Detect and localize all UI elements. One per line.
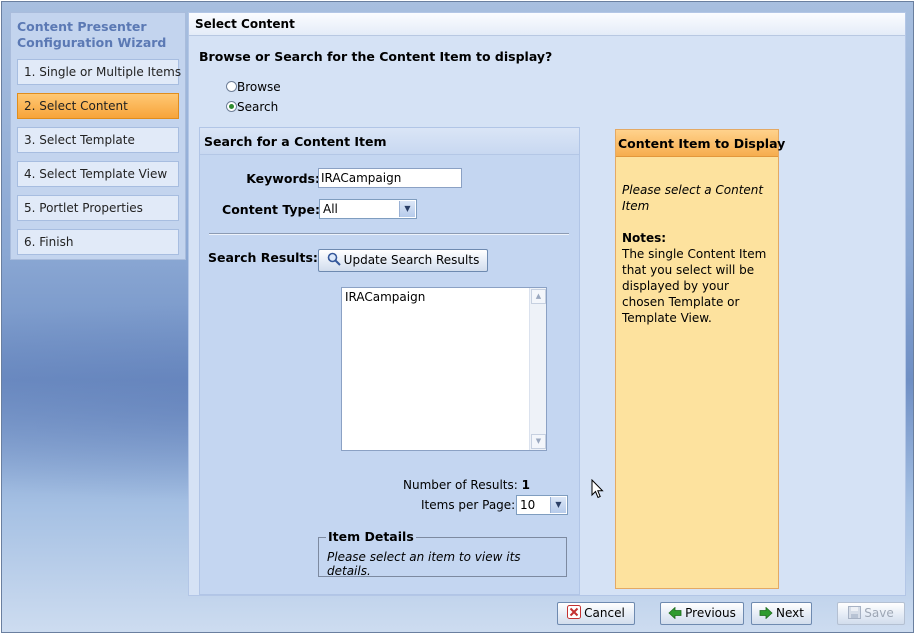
mouse-cursor-icon — [591, 478, 604, 502]
content-type-label: Content Type: — [222, 202, 320, 217]
content-type-value: All — [323, 202, 338, 216]
next-button[interactable]: Next — [751, 602, 812, 625]
number-of-results-value: 1 — [521, 478, 530, 492]
arrow-right-icon — [759, 605, 773, 626]
item-details-title: Item Details — [326, 529, 416, 544]
item-details-box: Item Details Please select an item to vi… — [318, 529, 567, 578]
number-of-results: Number of Results: 1 — [403, 478, 530, 492]
keywords-input[interactable]: IRACampaign — [318, 168, 462, 188]
step-single-or-multiple[interactable]: 1. Single or Multiple Items — [17, 59, 181, 85]
browse-radio[interactable] — [226, 81, 237, 92]
wizard-title: Content Presenter Configuration Wizard — [17, 19, 167, 50]
main-panel: Select Content Browse or Search for the … — [188, 12, 906, 596]
items-per-page-value: 10 — [520, 498, 536, 512]
search-results-list[interactable]: IRACampaign ▲ ▼ — [341, 287, 547, 451]
search-results-label: Search Results: — [208, 250, 318, 265]
notes-title: Notes: — [622, 231, 667, 245]
items-per-page-select[interactable]: 10 ▼ — [516, 495, 568, 515]
list-item[interactable]: IRACampaign — [345, 290, 425, 304]
save-label: Save — [864, 606, 894, 620]
wizard-nav: Content Presenter Configuration Wizard 1… — [10, 12, 186, 260]
question-label: Browse or Search for the Content Item to… — [199, 49, 553, 64]
previous-label: Previous — [685, 606, 736, 620]
item-details-message: Please select an item to view its detail… — [327, 550, 521, 578]
display-panel-body: Please select a Content Item Notes: The … — [622, 182, 774, 326]
step-select-content[interactable]: 2. Select Content — [17, 93, 179, 119]
step-select-template[interactable]: 3. Select Template — [17, 127, 179, 153]
floppy-disk-icon — [848, 605, 862, 626]
save-button[interactable]: Save — [837, 602, 905, 625]
display-placeholder: Please select a Content Item — [622, 183, 764, 213]
search-panel: Search for a Content Item Keywords: IRAC… — [199, 127, 580, 595]
step-select-template-view[interactable]: 4. Select Template View — [17, 161, 179, 187]
number-of-results-label: Number of Results: — [403, 478, 518, 492]
content-type-select[interactable]: All ▼ — [319, 199, 417, 219]
keywords-label: Keywords: — [246, 171, 320, 186]
chevron-down-icon[interactable]: ▼ — [550, 497, 566, 513]
browse-label: Browse — [237, 80, 281, 94]
step-portlet-properties[interactable]: 5. Portlet Properties — [17, 195, 179, 221]
search-radio[interactable] — [226, 101, 237, 112]
notes-text: The single Content Item that you select … — [622, 247, 767, 325]
previous-button[interactable]: Previous — [660, 602, 744, 625]
main-header: Select Content — [189, 13, 905, 36]
search-option[interactable]: Search — [226, 100, 278, 114]
scroll-down-icon[interactable]: ▼ — [531, 434, 546, 449]
step-finish[interactable]: 6. Finish — [17, 229, 179, 255]
cancel-label: Cancel — [584, 606, 625, 620]
search-label: Search — [237, 100, 279, 114]
items-per-page-label: Items per Page: — [421, 498, 516, 512]
update-search-results-button[interactable]: Update Search Results — [318, 249, 488, 272]
results-scrollbar[interactable]: ▲ ▼ — [529, 288, 546, 450]
divider — [209, 233, 569, 235]
next-label: Next — [776, 606, 804, 620]
scroll-up-icon[interactable]: ▲ — [531, 289, 546, 304]
arrow-left-icon — [668, 605, 682, 626]
update-search-results-label: Update Search Results — [343, 253, 480, 267]
cancel-button[interactable]: Cancel — [557, 602, 635, 625]
content-item-display-panel: Content Item to Display Please select a … — [615, 129, 785, 589]
magnifier-icon — [327, 252, 341, 273]
browse-option[interactable]: Browse — [226, 80, 281, 94]
chevron-down-icon[interactable]: ▼ — [399, 201, 415, 217]
wizard-window: Content Presenter Configuration Wizard 1… — [1, 1, 914, 633]
search-panel-title: Search for a Content Item — [200, 128, 579, 155]
display-panel-title: Content Item to Display — [616, 130, 785, 157]
close-icon — [567, 605, 582, 626]
